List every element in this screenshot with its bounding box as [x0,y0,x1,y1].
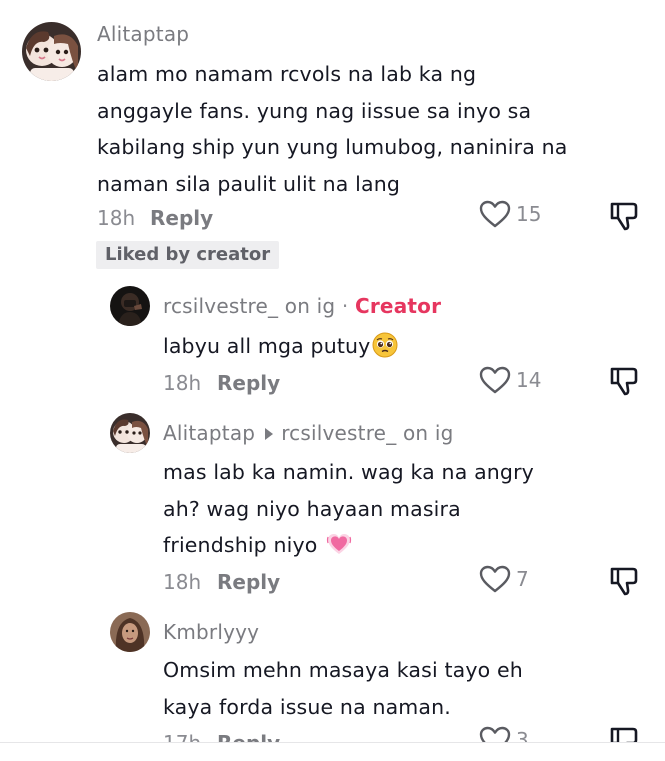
comment-text-line: kabilang ship yun yung lumubog, naninira… [97,135,568,159]
comments-screen: Alitaptap alam mo namam rcvols na lab ka… [0,0,665,761]
reply-button[interactable]: Reply [150,206,213,230]
dislike-button[interactable] [609,365,639,401]
reply-to-username[interactable]: rcsilvestre_ on ig [281,421,453,445]
reply-text-line: mas lab ka namin. wag ka na angry [163,460,534,484]
thumbs-down-icon [610,202,638,231]
reply-username-link[interactable]: Alitaptap [163,421,255,445]
bottom-divider [0,742,665,761]
avatar[interactable] [110,286,150,326]
heart-icon [479,366,511,394]
comment-text-line: anggayle fans. yung nag iissue sa inyo s… [97,98,532,123]
dislike-button[interactable] [609,565,639,601]
heart-icon [479,200,511,228]
like-button[interactable]: 7 [478,564,529,594]
heart-icon [479,565,511,593]
reply-username[interactable]: Kmbrlyyy [163,620,259,644]
like-count: 14 [516,368,542,392]
reply-text: labyu all mga putuy [163,328,633,365]
separator-dot: · [341,294,349,318]
avatar[interactable] [22,22,81,81]
reply-text-line: kaya forda issue na naman. [163,694,451,719]
reply-text-line: labyu all mga putuy [163,334,371,358]
like-count: 7 [516,567,529,591]
reply-timestamp: 18h [163,371,202,395]
like-button[interactable]: 14 [478,365,541,395]
comment-username[interactable]: Alitaptap [97,22,189,46]
thumbs-down-icon [610,567,638,596]
reply-item: rcsilvestre_ on ig · Creator labyu all m… [0,280,665,405]
comment-timestamp: 18h [97,206,136,230]
thumbs-down-icon [610,367,638,396]
reply-timestamp: 18h [163,570,202,594]
reply-button[interactable]: Reply [217,570,280,594]
reply-arrow-icon [265,428,274,440]
comment-text-line: naman sila paulit ulit na lang [97,171,401,196]
reply-text: Omsim mehn masaya kasi tayo eh kaya ford… [163,652,633,725]
reply-item: Alitaptap rcsilvestre_ on ig mas lab ka n… [0,405,665,605]
avatar-image [110,286,150,326]
avatar-image [110,413,150,453]
reply-item: Kmbrlyyy Omsim mehn masaya kasi tayo eh … [0,605,665,761]
liked-by-creator-badge: Liked by creator [96,241,280,269]
reply-text-line: Omsim mehn masaya kasi tayo eh [163,658,523,682]
like-count: 15 [516,202,542,226]
reply-username: Alitaptap rcsilvestre_ on ig [163,421,453,445]
avatar[interactable] [110,612,150,652]
dislike-button[interactable] [609,200,639,236]
like-button[interactable]: 15 [478,199,541,229]
pleading-face-emoji [372,332,398,358]
growing-heart-emoji [327,534,352,554]
avatar-image [22,22,81,81]
comment-text: alam mo namam rcvols na lab ka ng anggay… [97,56,637,202]
comment-item: Alitaptap alam mo namam rcvols na lab ka… [0,0,665,280]
reply-text: mas lab ka namin. wag ka na angry ah? wa… [163,454,633,564]
comment-text-line: alam mo namam rcvols na lab ka ng [97,62,477,86]
avatar-image [110,612,150,652]
avatar[interactable] [110,413,150,453]
reply-text-line: ah? wag niyo hayaan masira [163,496,461,521]
reply-username: rcsilvestre_ on ig · Creator [163,294,441,318]
reply-username-link[interactable]: rcsilvestre_ on ig [163,294,335,318]
reply-button[interactable]: Reply [217,371,280,395]
creator-label: Creator [354,294,442,318]
reply-text-line: friendship niyo [163,533,318,557]
